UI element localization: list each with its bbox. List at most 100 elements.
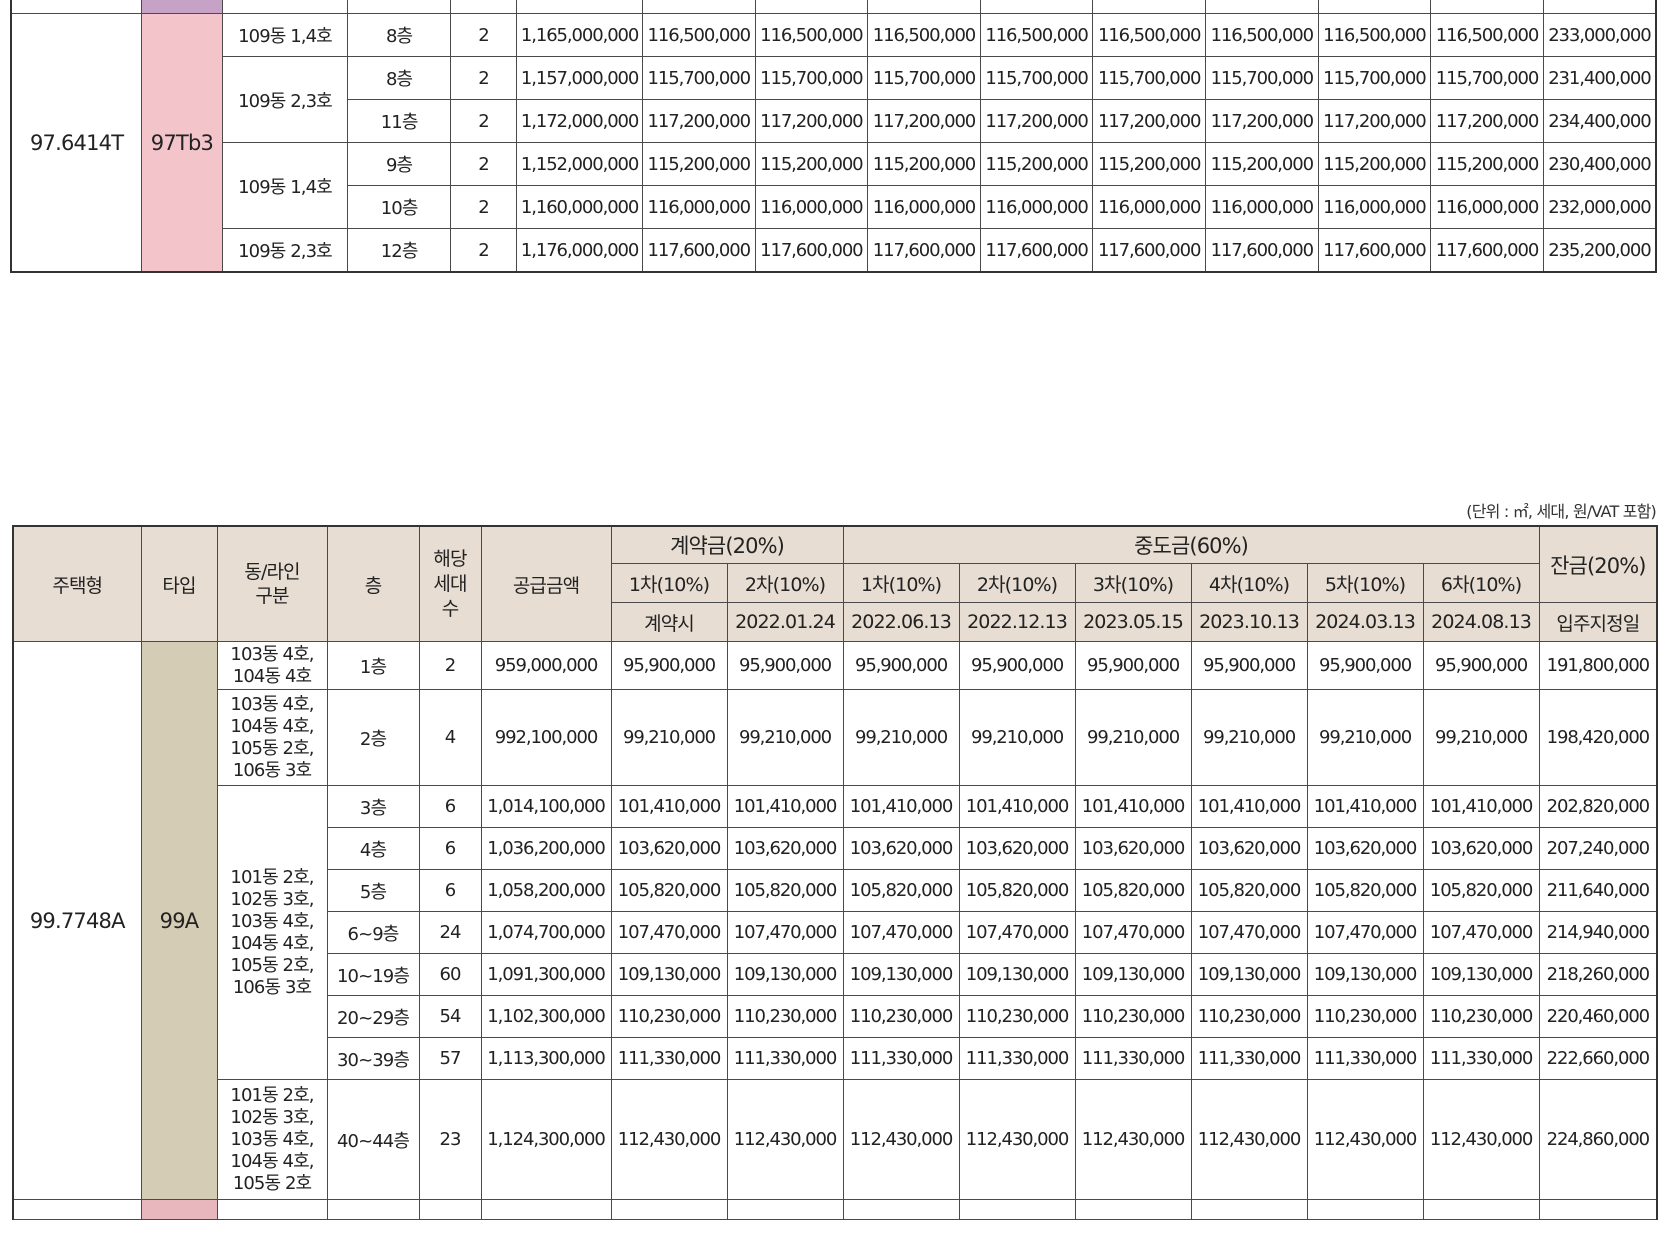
middle-1-cell: 115,200,000 bbox=[867, 142, 981, 186]
housing-type-header: 주택형 bbox=[12, 525, 142, 642]
supply-cell: 1,152,000,000 bbox=[516, 142, 643, 186]
floor-cell: 6~9층 bbox=[326, 911, 420, 954]
supply-cell: 1,102,300,000 bbox=[480, 995, 612, 1038]
middle-5-cell: 99,210,000 bbox=[1306, 689, 1424, 786]
middle-4-cell: 95,900,000 bbox=[1190, 641, 1308, 690]
contract-1-header: 1차(10%) bbox=[610, 563, 728, 603]
middle-2-cell: 99,210,000 bbox=[958, 689, 1076, 786]
middle-5-cell: 111,330,000 bbox=[1306, 1037, 1424, 1080]
contract-2-cell: 117,200,000 bbox=[754, 99, 869, 143]
middle-4-date: 2023.10.13 bbox=[1190, 602, 1308, 642]
balance-cell: 235,200,000 bbox=[1542, 228, 1657, 273]
floor-cell: 40~44층 bbox=[326, 1079, 420, 1200]
supply-cell: 1,036,200,000 bbox=[480, 827, 612, 870]
middle-3-cell: 99,210,000 bbox=[1074, 689, 1192, 786]
middle-6-cell: 112,430,000 bbox=[1422, 1079, 1540, 1200]
balance-cell: 202,820,000 bbox=[1538, 785, 1658, 828]
middle-6-cell: 103,620,000 bbox=[1422, 827, 1540, 870]
floor-header: 층 bbox=[326, 525, 420, 642]
middle-1-cell: 101,410,000 bbox=[842, 785, 960, 828]
middle-5-cell: 107,470,000 bbox=[1306, 911, 1424, 954]
middle-3-cell: 115,200,000 bbox=[1092, 142, 1206, 186]
middle-5-cell: 116,000,000 bbox=[1317, 185, 1432, 229]
middle-2-cell: 112,430,000 bbox=[958, 1079, 1076, 1200]
middle-2-date: 2022.12.13 bbox=[958, 602, 1076, 642]
price-table-97tb3: 97.6414T 97Tb3 109동 1,4호 8층 2 1,165,000,… bbox=[10, 0, 1657, 273]
middle-6-cell: 117,200,000 bbox=[1430, 99, 1544, 143]
middle-3-cell: 105,820,000 bbox=[1074, 869, 1192, 912]
type-header: 타입 bbox=[140, 525, 218, 642]
dong-cell: 109동 1,4호 bbox=[221, 142, 349, 229]
middle-5-header: 5차(10%) bbox=[1306, 563, 1424, 603]
dong-line-header: 동/라인 구분 bbox=[216, 525, 328, 642]
contract-1-cell: 107,470,000 bbox=[610, 911, 728, 954]
contract-2-cell: 101,410,000 bbox=[726, 785, 844, 828]
table-row bbox=[10, 0, 1657, 14]
type-cell: 97Tb3 bbox=[141, 13, 223, 273]
middle-6-cell: 107,470,000 bbox=[1422, 911, 1540, 954]
contract-1-cell: 115,700,000 bbox=[641, 56, 756, 100]
contract-1-cell: 101,410,000 bbox=[610, 785, 728, 828]
table-row: 101동 2호, 102동 3호, 103동 4호, 104동 4호, 105동… bbox=[13, 1079, 1658, 1200]
supply-cell: 1,160,000,000 bbox=[516, 185, 643, 229]
balance-cell: 222,660,000 bbox=[1538, 1037, 1658, 1080]
contract-2-cell: 105,820,000 bbox=[726, 869, 844, 912]
table-row: 97.6414T 97Tb3 109동 1,4호 8층 2 1,165,000,… bbox=[10, 13, 1657, 273]
middle-1-cell: 116,000,000 bbox=[867, 185, 981, 229]
middle-6-cell: 116,000,000 bbox=[1430, 185, 1544, 229]
middle-3-cell: 107,470,000 bbox=[1074, 911, 1192, 954]
middle-6-date: 2024.08.13 bbox=[1422, 602, 1540, 642]
dong-cell: 109동 1,4호 bbox=[221, 13, 349, 57]
middle-4-cell: 111,330,000 bbox=[1190, 1037, 1308, 1080]
middle-6-header: 6차(10%) bbox=[1422, 563, 1540, 603]
unit-note: (단위 : ㎡, 세대, 원/VAT 포함) bbox=[1466, 502, 1657, 521]
middle-3-cell: 101,410,000 bbox=[1074, 785, 1192, 828]
middle-2-cell: 109,130,000 bbox=[958, 953, 1076, 996]
contract-2-cell: 115,700,000 bbox=[754, 56, 869, 100]
middle-2-cell: 115,200,000 bbox=[979, 142, 1094, 186]
contract-2-cell: 116,000,000 bbox=[754, 185, 869, 229]
supply-cell: 1,014,100,000 bbox=[480, 785, 612, 828]
units-cell: 4 bbox=[418, 689, 482, 786]
middle-4-cell: 101,410,000 bbox=[1190, 785, 1308, 828]
supply-cell: 1,058,200,000 bbox=[480, 869, 612, 912]
middle-4-cell: 99,210,000 bbox=[1190, 689, 1308, 786]
floor-cell: 8층 bbox=[347, 56, 451, 100]
middle-5-cell: 115,200,000 bbox=[1317, 142, 1432, 186]
middle-1-cell: 117,600,000 bbox=[867, 228, 981, 273]
supply-cell: 1,124,300,000 bbox=[480, 1079, 612, 1200]
middle-6-cell: 95,900,000 bbox=[1422, 641, 1540, 690]
middle-3-cell: 103,620,000 bbox=[1074, 827, 1192, 870]
middle-3-cell: 117,600,000 bbox=[1092, 228, 1206, 273]
contract-2-cell: 112,430,000 bbox=[726, 1079, 844, 1200]
table-row: 109동 2,3호 12층 2 1,176,000,000 117,600,00… bbox=[11, 228, 1657, 273]
middle-2-cell: 103,620,000 bbox=[958, 827, 1076, 870]
contract-2-cell: 115,200,000 bbox=[754, 142, 869, 186]
contract-2-date: 2022.01.24 bbox=[726, 602, 844, 642]
middle-5-cell: 116,500,000 bbox=[1317, 13, 1432, 57]
supply-cell: 1,157,000,000 bbox=[516, 56, 643, 100]
table-header-row: 주택형 타입 동/라인 구분 층 해당 세대 수 공급금액 계약금(20%) 중… bbox=[12, 525, 1658, 642]
middle-1-cell: 116,500,000 bbox=[867, 13, 981, 57]
contract-1-cell: 103,620,000 bbox=[610, 827, 728, 870]
middle-2-cell: 117,200,000 bbox=[979, 99, 1094, 143]
supply-cell: 1,091,300,000 bbox=[480, 953, 612, 996]
middle-2-cell: 95,900,000 bbox=[958, 641, 1076, 690]
supply-cell: 1,172,000,000 bbox=[516, 99, 643, 143]
middle-5-cell: 117,600,000 bbox=[1317, 228, 1432, 273]
units-cell: 60 bbox=[418, 953, 482, 996]
floor-cell: 9층 bbox=[347, 142, 451, 186]
contract-header: 계약금(20%) bbox=[610, 525, 844, 564]
middle-3-cell: 112,430,000 bbox=[1074, 1079, 1192, 1200]
middle-6-cell: 117,600,000 bbox=[1430, 228, 1544, 273]
middle-4-header: 4차(10%) bbox=[1190, 563, 1308, 603]
middle-2-cell: 105,820,000 bbox=[958, 869, 1076, 912]
contract-2-cell: 95,900,000 bbox=[726, 641, 844, 690]
balance-header: 잔금(20%) bbox=[1538, 525, 1658, 603]
dong-cell: 103동 4호, 104동 4호, 105동 2호, 106동 3호 bbox=[216, 689, 328, 786]
middle-1-cell: 95,900,000 bbox=[842, 641, 960, 690]
middle-1-cell: 112,430,000 bbox=[842, 1079, 960, 1200]
middle-4-cell: 107,470,000 bbox=[1190, 911, 1308, 954]
middle-6-cell: 109,130,000 bbox=[1422, 953, 1540, 996]
units-cell: 24 bbox=[418, 911, 482, 954]
